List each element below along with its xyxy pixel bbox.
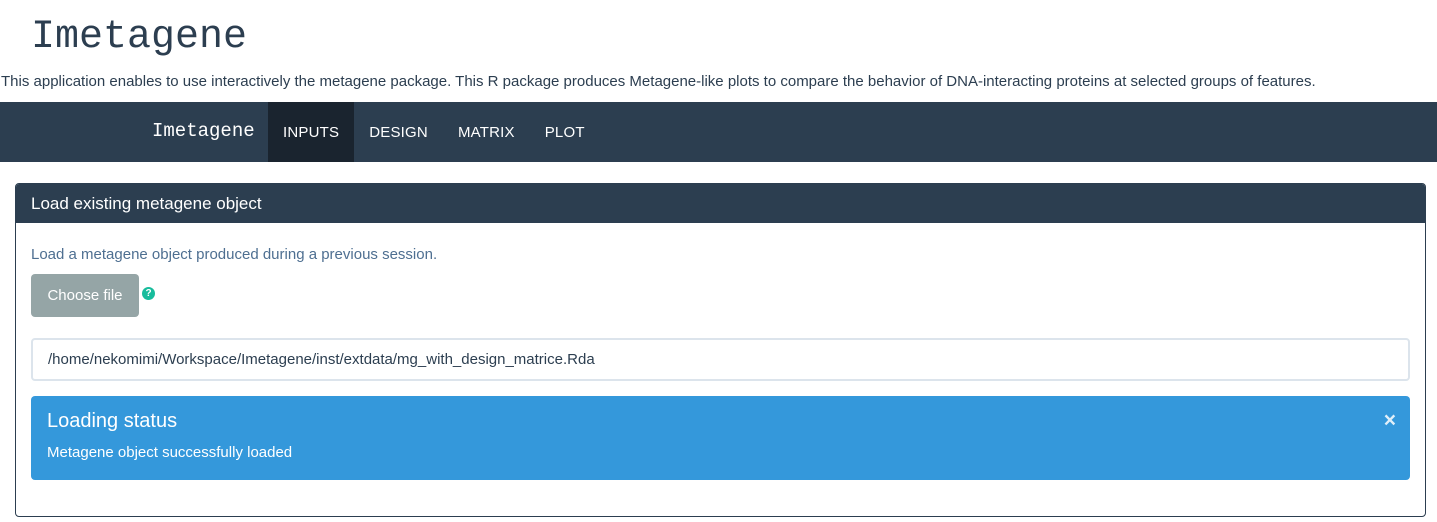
close-icon[interactable]: × — [1384, 409, 1396, 433]
navbar-brand[interactable]: Imetagene — [152, 102, 255, 162]
load-help-text: Load a metagene object produced during a… — [31, 246, 438, 263]
panel-heading: Load existing metagene object — [16, 184, 1425, 223]
loading-status-alert: Loading status Metagene object successfu… — [31, 396, 1410, 480]
app-title: Imetagene — [31, 15, 248, 60]
question-circle-icon[interactable]: ? — [142, 287, 155, 300]
tab-design[interactable]: DESIGN — [354, 102, 443, 162]
choose-file-button[interactable]: Choose file — [31, 274, 139, 317]
app-description: This application enables to use interact… — [1, 73, 1316, 90]
tab-plot[interactable]: PLOT — [530, 102, 600, 162]
alert-message: Metagene object successfully loaded — [47, 444, 293, 461]
load-metagene-panel: Load existing metagene object Load a met… — [15, 183, 1426, 517]
tab-matrix[interactable]: MATRIX — [443, 102, 530, 162]
nav-tabs: INPUTS DESIGN MATRIX PLOT — [268, 102, 600, 162]
tab-inputs[interactable]: INPUTS — [268, 102, 355, 162]
alert-title: Loading status — [47, 410, 178, 432]
top-navbar: Imetagene INPUTS DESIGN MATRIX PLOT — [0, 102, 1437, 162]
file-path-field[interactable]: /home/nekomimi/Workspace/Imetagene/inst/… — [31, 338, 1410, 381]
